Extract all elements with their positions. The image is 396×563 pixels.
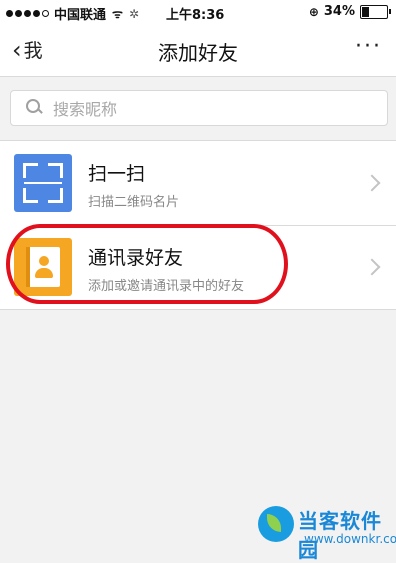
battery-fill <box>362 6 369 17</box>
carrier-name: 中国联通 <box>54 8 107 23</box>
chevron-right-icon <box>363 258 381 276</box>
list-item-title: 通讯录好友 <box>88 247 184 269</box>
status-bar: 中国联通 ᯤ ✲ 上午8:36 ⊕ 34% <box>0 0 396 24</box>
orientation-lock-icon: ⊕ <box>308 4 319 19</box>
search-placeholder: 搜索昵称 <box>53 100 118 119</box>
list-item-contacts[interactable]: 通讯录好友 添加或邀请通讯录中的好友 <box>0 225 396 309</box>
add-friend-options-list: 扫一扫 扫描二维码名片 通讯录好友 添加或邀请通讯录中的好友 <box>0 140 396 310</box>
watermark-url: www.downkr.com <box>304 532 396 546</box>
search-icon <box>23 97 45 119</box>
loading-spinner-icon: ✲ <box>128 6 140 21</box>
status-time: 上午8:36 <box>166 8 225 23</box>
list-item-subtitle: 添加或邀请通讯录中的好友 <box>88 279 245 294</box>
scan-icon <box>14 154 72 212</box>
status-left: 中国联通 ᯤ ✲ <box>6 4 139 23</box>
watermark: 当客软件园 www.downkr.com <box>258 502 396 562</box>
battery-icon <box>360 4 391 19</box>
navigation-bar: ‹ 我 添加好友 ··· <box>0 24 396 77</box>
contacts-book-icon <box>14 238 72 296</box>
chevron-right-icon <box>363 174 381 192</box>
page-title: 添加好友 <box>158 41 238 65</box>
more-options-button[interactable]: ··· <box>355 34 382 59</box>
wifi-icon: ᯤ <box>112 7 123 21</box>
list-item-subtitle: 扫描二维码名片 <box>88 195 180 210</box>
signal-strength-icon <box>6 10 49 17</box>
search-input[interactable]: 搜索昵称 <box>10 90 388 126</box>
battery-percent: 34% <box>323 4 355 19</box>
watermark-logo-icon <box>258 506 294 542</box>
search-section: 搜索昵称 <box>0 77 396 135</box>
status-right: ⊕ 34% <box>308 4 391 19</box>
list-item-title: 扫一扫 <box>88 163 146 185</box>
list-item-scan[interactable]: 扫一扫 扫描二维码名片 <box>0 141 396 225</box>
